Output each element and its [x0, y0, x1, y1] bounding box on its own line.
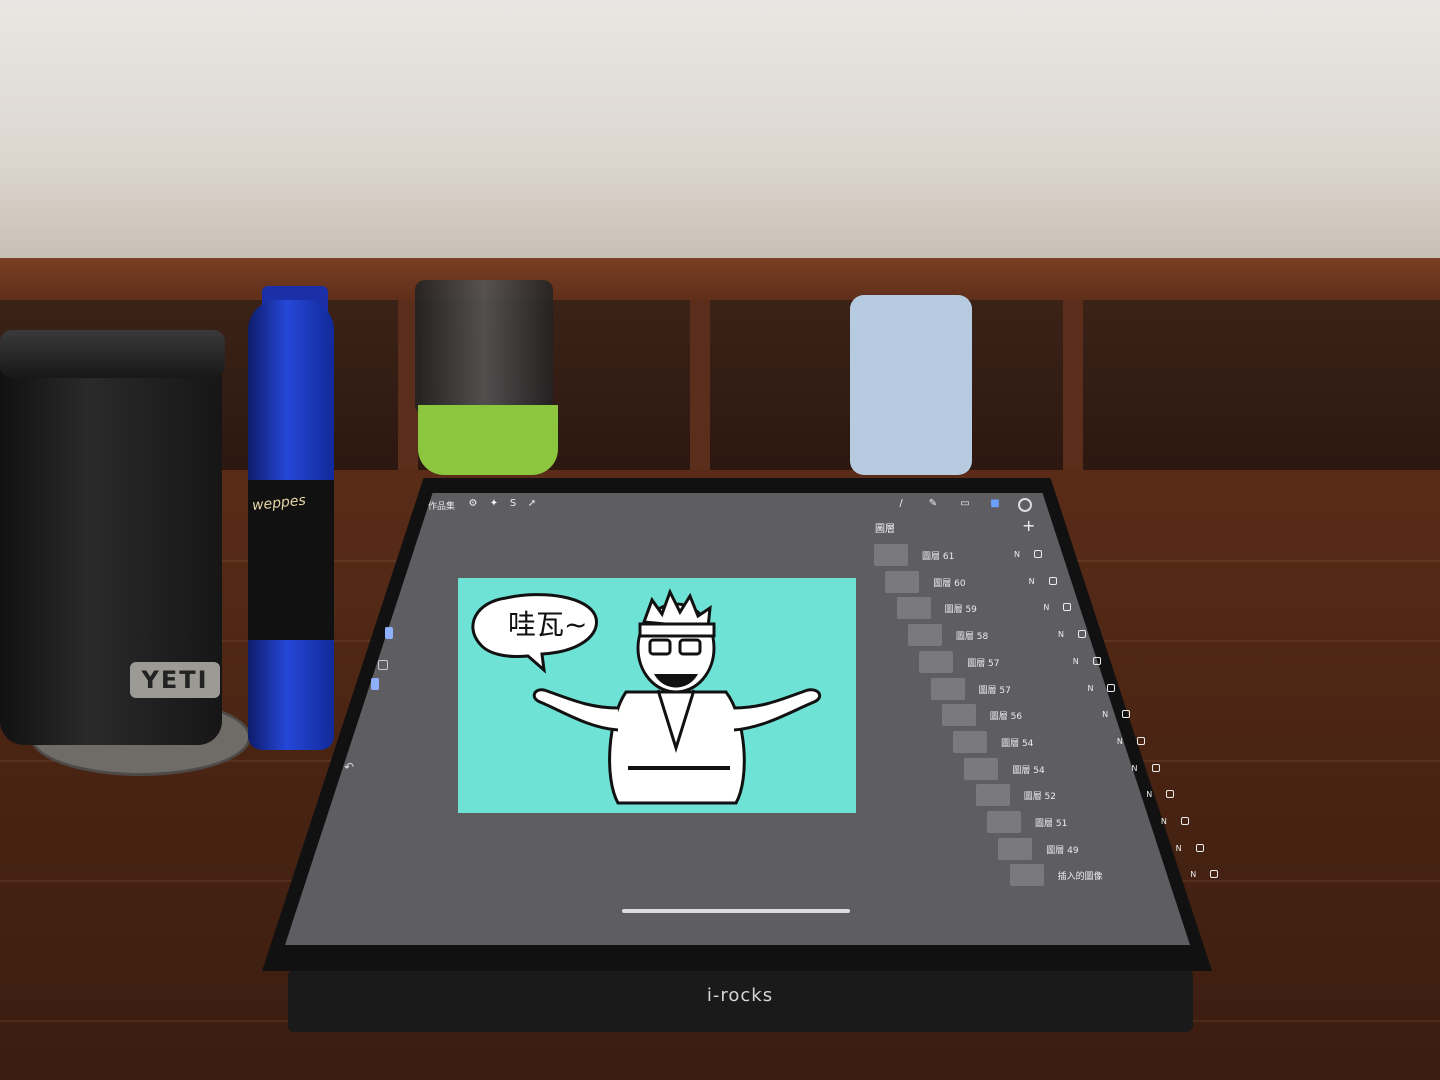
layer-row[interactable]: 圖層 60 N	[881, 569, 1057, 597]
layer-visibility-checkbox[interactable]	[1151, 763, 1160, 772]
selection-icon[interactable]: S	[508, 499, 518, 509]
layer-blend-mode[interactable]: N	[1190, 870, 1196, 879]
tumbler-lid	[0, 330, 225, 378]
layer-name: 圖層 51	[1035, 819, 1068, 829]
layer-blend-mode[interactable]: N	[1043, 603, 1049, 612]
shelf-divider	[1063, 300, 1083, 480]
layer-name: 圖層 58	[955, 632, 989, 643]
wrench-icon[interactable]: ⚙	[468, 499, 478, 509]
layer-visibility-checkbox[interactable]	[1063, 603, 1072, 612]
layer-name: 插入的圖像	[1057, 872, 1103, 883]
layer-name: 圖層 61	[922, 552, 955, 562]
layer-blend-mode[interactable]: N	[1073, 657, 1079, 666]
wall-background	[0, 0, 1440, 270]
layer-visibility-checkbox[interactable]	[1107, 683, 1116, 692]
glass-jar	[415, 280, 553, 415]
layers-panel-title: 圖層	[875, 524, 895, 535]
layer-row[interactable]: 圖層 49 N	[994, 836, 1204, 864]
layer-thumbnail	[930, 677, 965, 700]
move-icon[interactable]: ➚	[527, 499, 537, 509]
layer-row[interactable]: 圖層 58 N	[904, 622, 1087, 650]
eraser-icon[interactable]: ▭	[960, 499, 970, 509]
layer-blend-mode[interactable]: N	[1176, 844, 1182, 853]
color-picker-icon[interactable]	[1018, 498, 1032, 512]
layer-thumbnail	[964, 757, 999, 780]
layer-row[interactable]: 圖層 54 N	[949, 729, 1145, 757]
modify-button[interactable]	[378, 660, 388, 670]
layer-name: 圖層 52	[1023, 792, 1057, 803]
layer-row[interactable]: 圖層 56 N	[938, 702, 1131, 730]
layer-name: 圖層 49	[1046, 845, 1079, 856]
layer-blend-mode[interactable]: N	[1087, 684, 1093, 693]
layer-visibility-checkbox[interactable]	[1180, 817, 1189, 825]
layers-icon[interactable]: ■	[990, 499, 1000, 509]
add-layer-button[interactable]: +	[1022, 516, 1035, 535]
layer-name: 圖層 57	[967, 658, 1000, 669]
layer-blend-mode[interactable]: N	[1029, 577, 1035, 586]
layer-visibility-checkbox[interactable]	[1048, 576, 1057, 585]
layer-name: 圖層 59	[944, 605, 977, 616]
layer-blend-mode[interactable]: N	[1014, 550, 1020, 559]
layer-visibility-checkbox[interactable]	[1166, 790, 1175, 799]
cartoon-illustration: 哇瓦~	[471, 588, 822, 805]
layer-thumbnail	[896, 597, 931, 620]
smudge-icon[interactable]: ✎	[928, 499, 938, 509]
layer-thumbnail	[953, 730, 988, 753]
layer-row[interactable]: 圖層 54 N	[960, 756, 1160, 784]
opacity-slider[interactable]	[371, 678, 379, 690]
speech-text: 哇瓦~	[508, 608, 587, 641]
layer-row[interactable]: 插入的圖像 N	[1006, 862, 1219, 890]
layer-thumbnail	[1009, 864, 1044, 887]
tumbler-logo: YETI	[130, 662, 220, 698]
brush-icon[interactable]: /	[896, 499, 906, 509]
stand-brand: i-rocks	[706, 985, 774, 1006]
layer-thumbnail	[885, 570, 920, 593]
right-arm	[733, 688, 822, 732]
home-indicator[interactable]	[622, 909, 850, 913]
magic-wand-icon[interactable]: ✦	[489, 499, 499, 509]
layer-name: 圖層 54	[1012, 765, 1045, 776]
layer-name: 圖層 54	[1001, 738, 1034, 749]
layer-row[interactable]: 圖層 57 N	[915, 649, 1101, 677]
layer-visibility-checkbox[interactable]	[1092, 656, 1101, 665]
headband	[638, 622, 716, 638]
layer-thumbnail	[998, 837, 1033, 860]
layer-visibility-checkbox[interactable]	[1195, 843, 1204, 852]
layer-blend-mode[interactable]: N	[1146, 790, 1152, 799]
layer-thumbnail	[874, 544, 908, 566]
layer-thumbnail	[919, 650, 954, 673]
layer-blend-mode[interactable]: N	[1132, 764, 1138, 773]
layer-thumbnail	[975, 784, 1010, 807]
green-cup	[418, 405, 558, 475]
layer-thumbnail	[907, 624, 942, 647]
layer-row[interactable]: 圖層 57 N	[927, 676, 1116, 704]
shelf-divider	[690, 300, 710, 480]
gallery-button[interactable]: 作品集	[428, 499, 455, 512]
layer-blend-mode[interactable]: N	[1161, 817, 1167, 826]
thermos-bottle	[850, 295, 972, 475]
layer-thumbnail	[987, 811, 1021, 833]
bottle-label: weppes	[248, 480, 334, 640]
layer-blend-mode[interactable]: N	[1102, 710, 1108, 719]
layer-blend-mode[interactable]: N	[1058, 630, 1064, 639]
layer-name: 圖層 60	[933, 578, 966, 589]
undo-icon[interactable]: ↶	[344, 760, 354, 774]
layer-blend-mode[interactable]: N	[1117, 737, 1123, 746]
layer-row[interactable]: 圖層 59 N	[893, 595, 1072, 623]
bottle-brand: weppes	[251, 492, 307, 515]
layer-thumbnail	[941, 704, 976, 727]
drawing-canvas[interactable]: 哇瓦~	[458, 578, 856, 813]
layer-visibility-checkbox[interactable]	[1078, 630, 1087, 639]
layer-row[interactable]: 圖層 61 N	[870, 542, 1042, 570]
layer-row[interactable]: 圖層 51 N	[983, 809, 1189, 837]
layer-row[interactable]: 圖層 52 N	[972, 782, 1175, 810]
brush-size-slider[interactable]	[385, 627, 393, 639]
layer-visibility-checkbox[interactable]	[1136, 736, 1145, 745]
left-arm	[532, 688, 619, 732]
layer-visibility-checkbox[interactable]	[1034, 550, 1042, 558]
layer-name: 圖層 56	[989, 712, 1023, 723]
layer-visibility-checkbox[interactable]	[1122, 710, 1131, 719]
layer-visibility-checkbox[interactable]	[1210, 870, 1219, 879]
layer-name: 圖層 57	[978, 685, 1011, 696]
